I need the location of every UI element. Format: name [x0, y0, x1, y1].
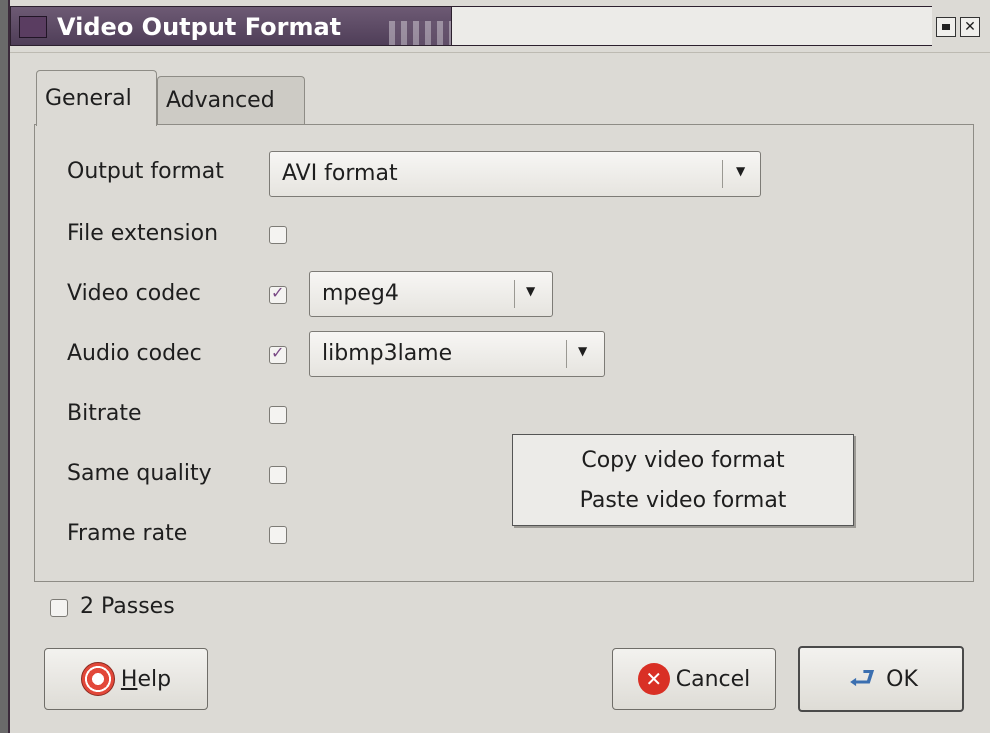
bitrate-checkbox[interactable] [269, 406, 287, 424]
dropdown-arrow-icon: ▼ [578, 344, 588, 358]
same-quality-label: Same quality [67, 461, 212, 486]
title-bar-fill [452, 6, 932, 46]
lifebuoy-icon [80, 662, 115, 696]
help-label-rest: elp [137, 666, 172, 692]
combo-separator [514, 280, 515, 308]
file-extension-label: File extension [67, 221, 219, 246]
maximize-button[interactable] [936, 17, 956, 37]
window-menu-icon[interactable] [19, 16, 47, 38]
video-codec-select[interactable]: mpeg4 ▼ [309, 271, 553, 317]
combo-separator [722, 160, 723, 188]
cancel-x-icon: ✕ [637, 663, 670, 695]
output-format-value: AVI format [282, 161, 398, 186]
dropdown-arrow-icon: ▼ [526, 284, 536, 298]
window-title: Video Output Format [57, 13, 342, 41]
bitrate-label: Bitrate [67, 401, 142, 426]
combo-separator [566, 340, 567, 368]
ok-label: OK [886, 666, 918, 692]
video-codec-value: mpeg4 [322, 281, 399, 306]
audio-codec-label: Audio codec [67, 341, 202, 366]
title-decoration [389, 21, 451, 45]
close-button[interactable]: ✕ [960, 17, 980, 37]
video-codec-label: Video codec [67, 281, 201, 306]
two-passes-checkbox[interactable] [50, 599, 68, 617]
help-mnemonic: H [120, 666, 138, 692]
dropdown-arrow-icon: ▼ [736, 164, 746, 178]
title-block[interactable]: Video Output Format [10, 6, 452, 46]
audio-codec-value: libmp3lame [322, 341, 453, 366]
audio-codec-checkbox[interactable] [269, 343, 287, 364]
tab-general-label: General [45, 86, 132, 111]
tab-advanced[interactable]: Advanced [157, 76, 305, 124]
audio-codec-select[interactable]: libmp3lame ▼ [309, 331, 605, 377]
output-format-select[interactable]: AVI format ▼ [269, 151, 761, 197]
help-button[interactable]: Help [44, 648, 208, 710]
frame-rate-checkbox[interactable] [269, 526, 287, 544]
file-extension-checkbox[interactable] [269, 226, 287, 244]
context-menu: Copy video format Paste video format [512, 434, 854, 526]
return-arrow-icon: ⮐ [848, 661, 876, 696]
menu-item-paste-video-format[interactable]: Paste video format [513, 481, 853, 521]
tab-general[interactable]: General [36, 70, 157, 126]
dialog-window: Video Output Format ✕ General Advanced O… [8, 0, 990, 733]
cancel-label: Cancel [675, 666, 751, 692]
ok-button[interactable]: ⮐ OK [798, 646, 964, 712]
close-icon: ✕ [964, 19, 976, 35]
video-codec-checkbox[interactable] [269, 283, 287, 304]
title-bar[interactable]: Video Output Format ✕ [10, 0, 990, 53]
frame-rate-label: Frame rate [67, 521, 188, 546]
two-passes-label: 2 Passes [80, 594, 175, 619]
help-label: Help [121, 667, 171, 692]
same-quality-checkbox[interactable] [269, 466, 287, 484]
menu-item-copy-video-format[interactable]: Copy video format [513, 441, 853, 481]
output-format-label: Output format [67, 159, 224, 184]
cancel-button[interactable]: ✕ Cancel [612, 648, 776, 710]
tab-advanced-label: Advanced [166, 88, 275, 113]
